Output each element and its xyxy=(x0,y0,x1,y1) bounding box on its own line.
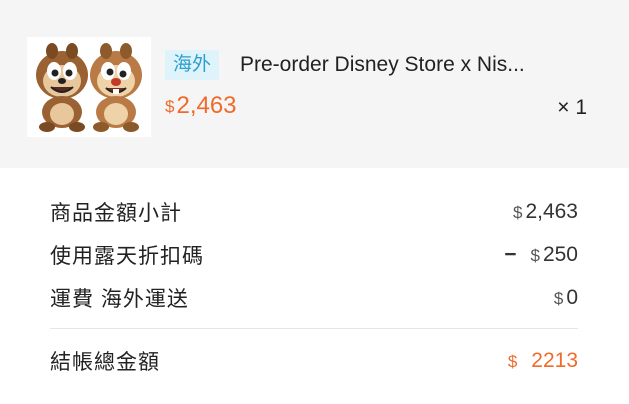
shipping-amount: 0 xyxy=(566,286,578,309)
total-amount: 2213 xyxy=(531,349,578,372)
subtotal-label: 商品金額小計 xyxy=(50,202,182,225)
divider xyxy=(50,328,578,329)
shipping-row: 運費 海外運送 $0 xyxy=(50,282,578,314)
product-name[interactable]: Pre-order Disney Store x Nis... xyxy=(240,50,580,80)
product-thumbnail[interactable] xyxy=(27,37,151,137)
total-value: $2213 xyxy=(508,349,578,373)
product-quantity: × 1 xyxy=(557,96,587,119)
price-currency: $ xyxy=(165,97,175,116)
subtotal-amount: 2,463 xyxy=(525,200,578,223)
shipping-label: 運費 海外運送 xyxy=(50,288,189,311)
discount-row: 使用露天折扣碼 − $250 xyxy=(50,239,578,271)
subtotal-currency: $ xyxy=(512,203,523,222)
subtotal-value: $2,463 xyxy=(513,200,578,224)
order-item: 海外 Pre-order Disney Store x Nis... $2,46… xyxy=(0,0,629,168)
total-currency: $ xyxy=(507,352,518,371)
discount-label: 使用露天折扣碼 xyxy=(50,245,204,268)
product-price: $2,463 xyxy=(165,90,237,123)
discount-currency: $ xyxy=(530,246,540,265)
discount-amount: 250 xyxy=(542,243,578,266)
minus-sign: − xyxy=(504,243,517,266)
chip-and-dale-image xyxy=(36,43,142,132)
discount-value: − $250 xyxy=(504,243,578,267)
subtotal-row: 商品金額小計 $2,463 xyxy=(50,196,578,228)
total-label: 結帳總金額 xyxy=(50,351,160,374)
shipping-currency: $ xyxy=(553,289,564,308)
price-value: 2,463 xyxy=(176,92,237,119)
shipping-value: $0 xyxy=(554,286,578,310)
overseas-tag: 海外 xyxy=(165,50,220,80)
total-row: 結帳總金額 $2213 xyxy=(50,345,578,377)
